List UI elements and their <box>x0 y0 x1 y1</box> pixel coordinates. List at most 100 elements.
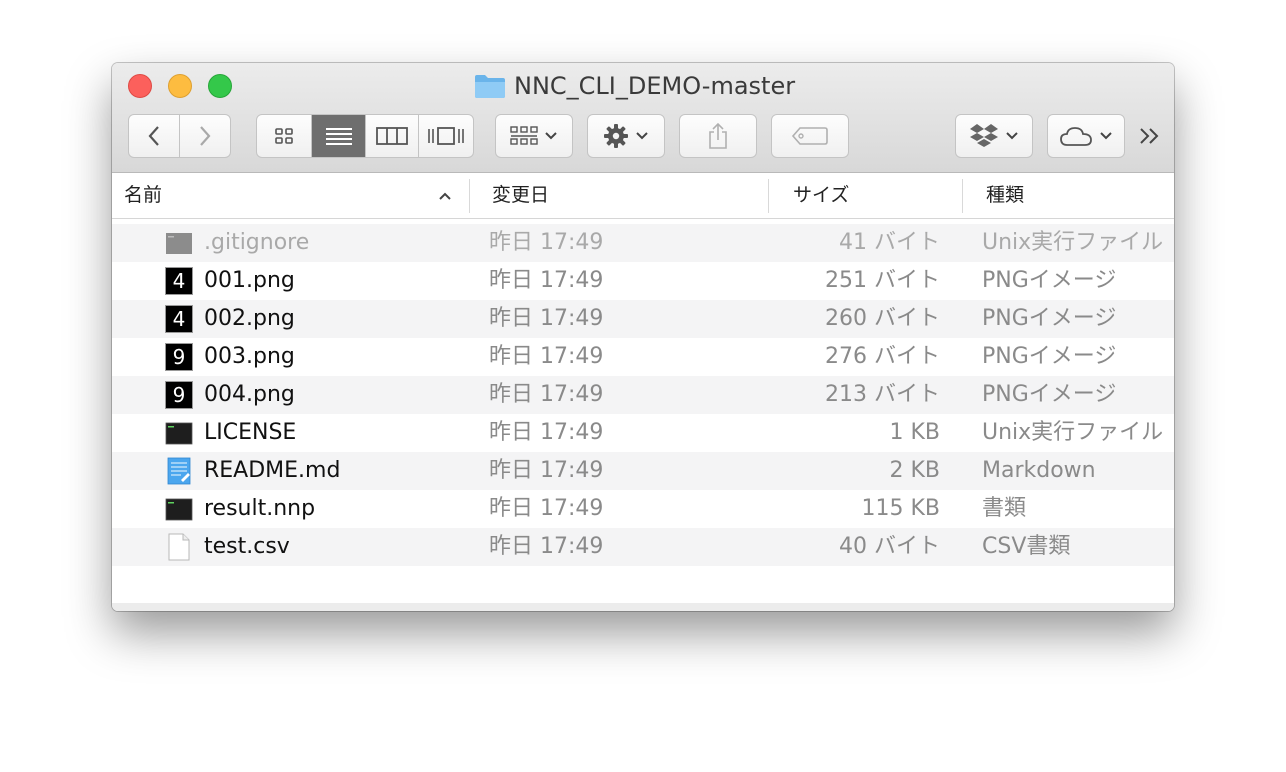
file-row[interactable]: 4 002.png 昨日 17:49 260 バイト PNGイメージ <box>112 300 1174 338</box>
size-column-header[interactable]: サイズ <box>793 173 849 218</box>
thumbnail-glyph: 9 <box>172 345 186 369</box>
unix-executable-icon <box>166 233 192 254</box>
file-row[interactable]: 4 001.png 昨日 17:49 251 バイト PNGイメージ <box>112 262 1174 300</box>
size-column-label: サイズ <box>793 184 850 206</box>
window-title: NNC_CLI_DEMO-master <box>514 72 796 100</box>
file-row[interactable]: .gitignore 昨日 17:49 41 バイト Unix実行ファイル <box>112 224 1174 262</box>
file-size: 2 KB <box>889 458 940 483</box>
png-thumbnail-icon: 4 <box>165 305 193 333</box>
chevron-left-icon <box>148 126 159 146</box>
file-size: 41 バイト <box>839 230 940 255</box>
unix-executable-icon <box>165 422 193 445</box>
view-mode-selector <box>256 114 474 158</box>
column-divider[interactable] <box>962 179 963 213</box>
chevron-down-icon <box>1100 132 1112 140</box>
toolbar-overflow-button[interactable] <box>1136 114 1164 158</box>
markdown-document-icon <box>167 457 191 485</box>
file-name: .gitignore <box>204 230 310 255</box>
column-view-button[interactable] <box>366 115 420 157</box>
dropbox-icon <box>970 124 998 147</box>
list-view-button[interactable] <box>312 115 366 157</box>
file-name: 002.png <box>204 306 295 331</box>
chevron-right-icon <box>199 126 211 146</box>
file-size: 1 KB <box>889 420 940 445</box>
zoom-button[interactable] <box>208 74 232 98</box>
file-size: 276 バイト <box>825 344 940 369</box>
file-date: 昨日 17:49 <box>489 496 604 521</box>
file-row[interactable]: result.nnp 昨日 17:49 115 KB 書類 <box>112 490 1174 528</box>
file-date: 昨日 17:49 <box>489 534 604 559</box>
file-kind: Unix実行ファイル <box>982 420 1164 445</box>
file-date: 昨日 17:49 <box>489 344 604 369</box>
file-name: result.nnp <box>204 496 316 521</box>
icon-view-icon <box>275 128 294 144</box>
file-date: 昨日 17:49 <box>489 382 604 407</box>
file-name: 004.png <box>204 382 295 407</box>
thumbnail-glyph: 9 <box>172 383 186 407</box>
date-column-header[interactable]: 変更日 <box>492 173 549 218</box>
file-date: 昨日 17:49 <box>489 458 604 483</box>
forward-button[interactable] <box>180 115 231 157</box>
double-chevron-right-icon <box>1140 128 1159 144</box>
tag-icon <box>791 127 828 145</box>
date-column-label: 変更日 <box>492 184 550 206</box>
file-size: 251 バイト <box>825 268 940 293</box>
thumbnail-glyph: 4 <box>172 307 186 331</box>
file-size: 115 KB <box>861 496 940 521</box>
file-name: README.md <box>204 458 341 483</box>
title-bar: NNC_CLI_DEMO-master <box>112 63 1174 173</box>
cloud-icon <box>1060 127 1092 146</box>
sort-ascending-icon[interactable] <box>438 191 452 201</box>
status-bar <box>112 603 1174 611</box>
column-divider[interactable] <box>768 179 769 213</box>
file-row[interactable]: README.md 昨日 17:49 2 KB Markdown <box>112 452 1174 490</box>
dropbox-button[interactable] <box>955 114 1033 158</box>
file-date: 昨日 17:49 <box>489 268 604 293</box>
name-column-label: 名前 <box>124 184 163 206</box>
file-kind: 書類 <box>982 496 1027 521</box>
unix-executable-icon <box>165 498 193 521</box>
thumbnail-glyph: 4 <box>172 269 186 293</box>
file-name: 001.png <box>204 268 295 293</box>
navigation-group <box>128 114 231 158</box>
file-name: 003.png <box>204 344 295 369</box>
action-button[interactable] <box>587 114 665 158</box>
arrange-button[interactable] <box>495 114 573 158</box>
png-thumbnail-icon: 9 <box>165 381 193 409</box>
file-size: 260 バイト <box>825 306 940 331</box>
folder-icon <box>475 75 505 98</box>
cloud-button[interactable] <box>1047 114 1125 158</box>
name-column-header[interactable]: 名前 <box>124 173 162 218</box>
file-row[interactable]: LICENSE 昨日 17:49 1 KB Unix実行ファイル <box>112 414 1174 452</box>
back-button[interactable] <box>129 115 180 157</box>
icon-view-button[interactable] <box>257 115 313 157</box>
cover-flow-view-icon <box>428 127 465 145</box>
file-name: test.csv <box>204 534 290 559</box>
close-button[interactable] <box>128 74 152 98</box>
blank-document-icon <box>168 533 190 561</box>
minimize-button[interactable] <box>168 74 192 98</box>
file-kind: Unix実行ファイル <box>982 230 1164 255</box>
file-kind: PNGイメージ <box>982 344 1117 369</box>
file-size: 40 バイト <box>839 534 940 559</box>
share-button[interactable] <box>679 114 757 158</box>
kind-column-header[interactable]: 種類 <box>986 173 1024 218</box>
tag-button[interactable] <box>771 114 849 158</box>
group-arrange-icon <box>510 126 538 145</box>
png-thumbnail-icon: 9 <box>165 343 193 371</box>
file-row[interactable]: 9 004.png 昨日 17:49 213 バイト PNGイメージ <box>112 376 1174 414</box>
png-thumbnail-icon: 4 <box>165 267 193 295</box>
kind-column-label: 種類 <box>986 184 1025 206</box>
file-size: 213 バイト <box>825 382 940 407</box>
column-divider[interactable] <box>469 179 470 213</box>
file-row[interactable]: test.csv 昨日 17:49 40 バイト CSV書類 <box>112 528 1174 566</box>
chevron-down-icon <box>1006 132 1018 140</box>
finder-window: NNC_CLI_DEMO-master 名前 変更日 サイズ 種類 .gitig… <box>112 63 1174 611</box>
file-date: 昨日 17:49 <box>489 420 604 445</box>
file-kind: CSV書類 <box>982 534 1071 559</box>
file-row[interactable]: 9 003.png 昨日 17:49 276 バイト PNGイメージ <box>112 338 1174 376</box>
share-icon <box>709 122 727 149</box>
cover-flow-view-button[interactable] <box>419 115 473 157</box>
list-view-icon <box>325 128 352 145</box>
file-kind: Markdown <box>982 458 1096 483</box>
